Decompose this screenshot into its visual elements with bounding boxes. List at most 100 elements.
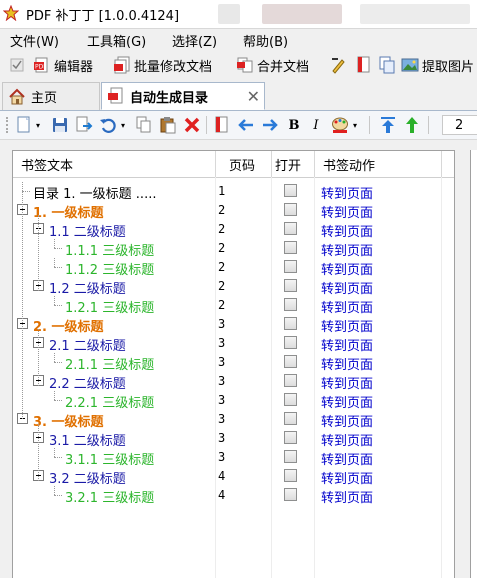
arrow-right-icon[interactable] — [260, 115, 280, 135]
move-up-icon[interactable] — [402, 115, 422, 135]
menu-help[interactable]: 帮助(B) — [243, 31, 288, 50]
undo-icon[interactable] — [98, 115, 118, 135]
page-number-input[interactable]: 2 — [442, 115, 477, 135]
copy-doc-button[interactable] — [378, 55, 396, 75]
table-row[interactable]: 3.1.1 三级标题 3 转到页面 — [13, 448, 454, 468]
bookmark-action-link[interactable]: 转到页面 — [321, 392, 373, 411]
bookmark-page-number[interactable]: 2 — [218, 222, 225, 236]
close-tab-icon[interactable]: ✕ — [247, 87, 260, 106]
bookmark-edit-button[interactable] — [355, 55, 373, 75]
bookmark-text[interactable]: 2.1.1 三级标题 — [65, 354, 154, 373]
color-palette-icon[interactable] — [330, 115, 350, 135]
bookmark-page-number[interactable]: 2 — [218, 279, 225, 293]
bookmark-action-link[interactable]: 转到页面 — [321, 202, 373, 221]
open-checkbox[interactable] — [284, 450, 297, 463]
table-row[interactable]: 1.1.2 三级标题 2 转到页面 — [13, 258, 454, 278]
bookmark-action-link[interactable]: 转到页面 — [321, 430, 373, 449]
table-row[interactable]: 目录 1. 一级标题 ..... 1 转到页面 — [13, 182, 454, 202]
table-row[interactable]: 2. 一级标题 3 转到页面 — [13, 315, 454, 335]
bookmark-action-link[interactable]: 转到页面 — [321, 297, 373, 316]
batch-modify-button[interactable]: 批量修改文档 — [113, 55, 212, 75]
menu-file[interactable]: 文件(W) — [10, 31, 59, 50]
open-checkbox[interactable] — [284, 412, 297, 425]
table-row[interactable]: 2.2 二级标题 3 转到页面 — [13, 372, 454, 392]
bookmark-action-link[interactable]: 转到页面 — [321, 411, 373, 430]
bookmark-action-link[interactable]: 转到页面 — [321, 316, 373, 335]
bookmark-tool-button[interactable] — [330, 55, 348, 75]
open-checkbox[interactable] — [284, 469, 297, 482]
bookmark-page-number[interactable]: 2 — [218, 260, 225, 274]
bookmark-page-number[interactable]: 3 — [218, 393, 225, 407]
open-checkbox[interactable] — [284, 488, 297, 501]
table-row[interactable]: 1.1.1 三级标题 2 转到页面 — [13, 239, 454, 259]
import-icon[interactable] — [74, 115, 94, 135]
bookmark-page-number[interactable]: 3 — [218, 317, 225, 331]
bookmark-text[interactable]: 3.1.1 三级标题 — [65, 449, 154, 468]
bookmark-action-link[interactable]: 转到页面 — [321, 183, 373, 202]
bookmark-action-link[interactable]: 转到页面 — [321, 221, 373, 240]
bookmark-page-number[interactable]: 3 — [218, 355, 225, 369]
column-header-open[interactable]: 打开 — [275, 155, 301, 174]
bookmark-tree-grid[interactable]: 书签文本 页码 打开 书签动作 目录 1. 一级标题 ..... 1 转到页面 1. … — [12, 150, 455, 578]
table-row[interactable]: 3.2.1 三级标题 4 转到页面 — [13, 486, 454, 506]
tab-auto-toc[interactable]: 自动生成目录 ✕ — [101, 82, 265, 110]
bookmark-text[interactable]: 3.2.1 三级标题 — [65, 487, 154, 506]
bookmark-page-number[interactable]: 2 — [218, 298, 225, 312]
open-checkbox[interactable] — [284, 298, 297, 311]
italic-icon[interactable]: I — [306, 115, 326, 135]
bookmark-text[interactable]: 1.2 二级标题 — [49, 278, 126, 297]
table-row[interactable]: 3.2 二级标题 4 转到页面 — [13, 467, 454, 487]
bookmark-page-number[interactable]: 2 — [218, 241, 225, 255]
dropdown-arrow-icon[interactable]: ▾ — [33, 115, 43, 135]
bold-icon[interactable]: B — [284, 115, 304, 135]
column-header-text[interactable]: 书签文本 — [21, 155, 73, 174]
bookmark-page-number[interactable]: 4 — [218, 469, 225, 483]
table-row[interactable]: 1.1 二级标题 2 转到页面 — [13, 220, 454, 240]
bookmark-page-number[interactable]: 3 — [218, 336, 225, 350]
tab-home[interactable]: 主页 — [2, 82, 100, 110]
table-row[interactable]: 1. 一级标题 2 转到页面 — [13, 201, 454, 221]
table-row[interactable]: 2.2.1 三级标题 3 转到页面 — [13, 391, 454, 411]
table-row[interactable]: 3. 一级标题 3 转到页面 — [13, 410, 454, 430]
bookmark-text[interactable]: 2.2 二级标题 — [49, 373, 126, 392]
open-checkbox[interactable] — [284, 279, 297, 292]
bookmark-text[interactable]: 1.1.1 三级标题 — [65, 240, 154, 259]
open-checkbox[interactable] — [284, 431, 297, 444]
bookmark-text[interactable]: 3.1 二级标题 — [49, 430, 126, 449]
menu-select[interactable]: 选择(Z) — [172, 31, 217, 50]
paste-icon[interactable] — [158, 115, 178, 135]
column-header-action[interactable]: 书签动作 — [323, 155, 375, 174]
new-document-icon[interactable] — [14, 115, 34, 135]
bookmark-action-link[interactable]: 转到页面 — [321, 354, 373, 373]
bookmark-action-link[interactable]: 转到页面 — [321, 373, 373, 392]
bookmark-action-link[interactable]: 转到页面 — [321, 335, 373, 354]
table-row[interactable]: 2.1.1 三级标题 3 转到页面 — [13, 353, 454, 373]
bookmark-text[interactable]: 3. 一级标题 — [33, 411, 104, 430]
bookmark-page-number[interactable]: 2 — [218, 203, 225, 217]
open-checkbox[interactable] — [284, 355, 297, 368]
merge-button[interactable]: 合并文档 — [236, 55, 309, 75]
open-checkbox[interactable] — [284, 222, 297, 235]
bookmark-text[interactable]: 2. 一级标题 — [33, 316, 104, 335]
column-header-page[interactable]: 页码 — [229, 155, 255, 174]
bookmark-text[interactable]: 3.2 二级标题 — [49, 468, 126, 487]
bookmark-text[interactable]: 2.2.1 三级标题 — [65, 392, 154, 411]
table-row[interactable]: 1.2.1 三级标题 2 转到页面 — [13, 296, 454, 316]
open-checkbox[interactable] — [284, 260, 297, 273]
open-checkbox[interactable] — [284, 184, 297, 197]
bookmark-page-number[interactable]: 4 — [218, 488, 225, 502]
bookmark-text[interactable]: 1.1 二级标题 — [49, 221, 126, 240]
bookmark-page-number[interactable]: 3 — [218, 412, 225, 426]
bookmark-action-link[interactable]: 转到页面 — [321, 278, 373, 297]
extract-images-button[interactable]: 提取图片 — [401, 55, 474, 75]
bookmark-page-number[interactable]: 3 — [218, 431, 225, 445]
open-checkbox[interactable] — [284, 336, 297, 349]
editor-button[interactable]: PDF 编辑器 — [33, 55, 93, 75]
bookmark-text[interactable]: 1. 一级标题 — [33, 202, 104, 221]
move-top-icon[interactable] — [378, 115, 398, 135]
table-row[interactable]: 1.2 二级标题 2 转到页面 — [13, 277, 454, 297]
menu-toolbox[interactable]: 工具箱(G) — [87, 31, 146, 50]
bookmark-text[interactable]: 1.1.2 三级标题 — [65, 259, 154, 278]
table-row[interactable]: 3.1 二级标题 3 转到页面 — [13, 429, 454, 449]
dropdown-arrow-icon[interactable]: ▾ — [350, 115, 360, 135]
